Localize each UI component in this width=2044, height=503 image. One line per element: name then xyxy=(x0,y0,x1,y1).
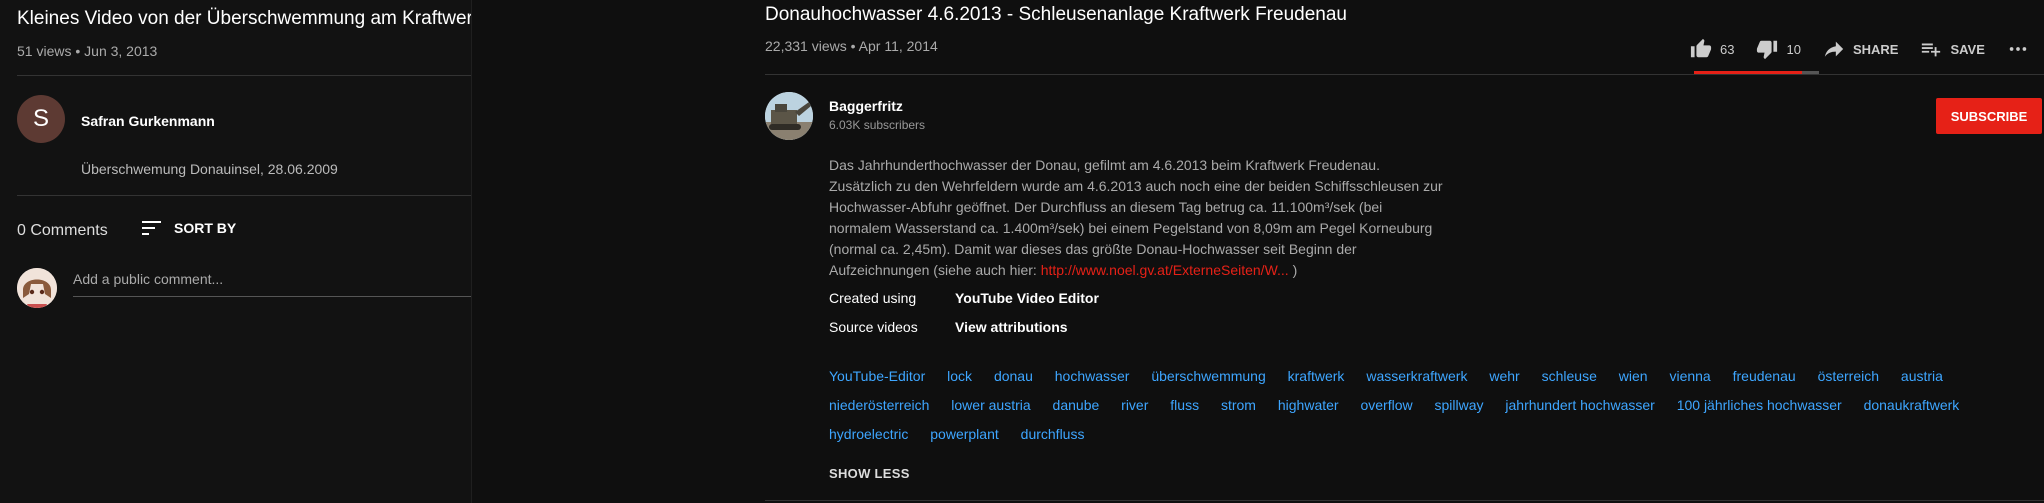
save-button[interactable]: SAVE xyxy=(1920,38,1985,60)
description-line: Hochwasser-Abfuhr geöffnet. Der Durchflu… xyxy=(829,199,1383,215)
tag-link[interactable]: niederösterreich xyxy=(829,397,929,413)
tag-link[interactable]: freudenau xyxy=(1733,368,1796,384)
left-channel-name[interactable]: Safran Gurkenmann xyxy=(81,113,215,129)
created-using-value[interactable]: YouTube Video Editor xyxy=(955,290,1099,306)
sort-icon xyxy=(142,221,161,235)
channel-avatar[interactable] xyxy=(765,92,813,140)
left-view-count: 51 views xyxy=(17,43,72,59)
tag-link[interactable]: lower austria xyxy=(951,397,1030,413)
channel-name[interactable]: Baggerfritz xyxy=(829,98,903,114)
sort-by-button[interactable]: SORT BY xyxy=(142,220,236,236)
user-avatar xyxy=(17,268,57,308)
video-description: Das Jahrhunderthochwasser der Donau, gef… xyxy=(829,155,1469,281)
divider xyxy=(17,195,472,196)
video-actions: 63 10 SHARE SAVE xyxy=(1690,36,2044,62)
tag-link[interactable]: river xyxy=(1121,397,1148,413)
playlist-add-icon xyxy=(1922,43,1941,57)
tag-link[interactable]: hochwasser xyxy=(1055,368,1130,384)
subscriber-count: 6.03K subscribers xyxy=(829,118,926,132)
tag-link[interactable]: schleuse xyxy=(1542,368,1597,384)
tag-link[interactable]: hydroelectric xyxy=(829,426,908,442)
share-icon xyxy=(1824,41,1844,57)
video-title: Donauhochwasser 4.6.2013 - Schleusenanla… xyxy=(765,4,1347,25)
description-line: Das Jahrhunderthochwasser der Donau, gef… xyxy=(829,157,1380,173)
tag-link[interactable]: danube xyxy=(1053,397,1100,413)
tag-link[interactable]: lock xyxy=(947,368,972,384)
view-count: 22,331 views xyxy=(765,38,847,54)
source-videos-row: Source videos View attributions xyxy=(829,319,1068,335)
tag-link[interactable]: austria xyxy=(1901,368,1943,384)
tag-list: YouTube-Editor lock donau hochwasser übe… xyxy=(829,362,2044,449)
more-actions-button[interactable] xyxy=(2007,38,2029,60)
left-video-title: Kleines Video von der Überschwemmung am … xyxy=(17,8,472,29)
tag-link[interactable]: überschwemmung xyxy=(1151,368,1265,384)
add-comment-input[interactable]: Add a public comment... xyxy=(73,271,472,297)
tag-link[interactable]: donau xyxy=(994,368,1033,384)
left-video-meta: 51 views • Jun 3, 2013 xyxy=(17,43,158,59)
description-line: (normal ca. 2,45m). Damit war dieses das… xyxy=(829,241,1357,257)
like-count: 63 xyxy=(1720,41,1735,57)
tag-link[interactable]: spillway xyxy=(1434,397,1483,413)
tag-link[interactable]: durchfluss xyxy=(1021,426,1085,442)
sort-by-label: SORT BY xyxy=(174,220,237,236)
comments-count: 0 Comments xyxy=(17,222,108,239)
more-horizontal-icon xyxy=(2009,47,2027,51)
description-link[interactable]: http://www.noel.gv.at/ExterneSeiten/W... xyxy=(1041,262,1289,278)
dislike-button[interactable]: 10 xyxy=(1756,38,1801,60)
tag-link[interactable]: fluss xyxy=(1170,397,1199,413)
left-upload-date: Jun 3, 2013 xyxy=(84,43,158,59)
save-label: SAVE xyxy=(1950,41,1985,57)
tag-link[interactable]: powerplant xyxy=(930,426,999,442)
upload-date: Apr 11, 2014 xyxy=(858,38,938,54)
tag-link[interactable]: wien xyxy=(1619,368,1648,384)
thumbs-up-icon xyxy=(1690,38,1712,58)
left-panel: Kleines Video von der Überschwemmung am … xyxy=(0,0,472,503)
video-meta: 22,331 views • Apr 11, 2014 xyxy=(765,38,938,54)
share-button[interactable]: SHARE xyxy=(1823,38,1899,60)
tag-link[interactable]: YouTube-Editor xyxy=(829,368,925,384)
tag-link[interactable]: jahrhundert hochwasser xyxy=(1505,397,1654,413)
tag-link[interactable]: strom xyxy=(1221,397,1256,413)
panel-divider xyxy=(471,0,472,503)
tag-link[interactable]: wasserkraftwerk xyxy=(1366,368,1467,384)
share-label: SHARE xyxy=(1852,41,1899,57)
tag-link[interactable]: österreich xyxy=(1818,368,1879,384)
tag-link[interactable]: highwater xyxy=(1278,397,1339,413)
tag-link[interactable]: overflow xyxy=(1360,397,1412,413)
created-using-label: Created using xyxy=(829,290,917,306)
divider xyxy=(17,75,472,76)
left-video-description: Überschwemung Donauinsel, 28.06.2009 xyxy=(81,161,338,177)
divider xyxy=(765,74,2044,75)
left-channel-avatar[interactable]: S xyxy=(17,95,65,143)
thumbs-down-icon xyxy=(1757,40,1778,60)
tag-link[interactable]: kraftwerk xyxy=(1288,368,1345,384)
tag-link[interactable]: wehr xyxy=(1489,368,1519,384)
divider xyxy=(765,500,2044,501)
dislike-count: 10 xyxy=(1786,41,1801,57)
view-attributions-link[interactable]: View attributions xyxy=(955,319,1068,335)
subscribe-button[interactable]: SUBSCRIBE xyxy=(1936,98,2042,134)
description-line: normalem Wasserstand ca. 1.400m³/sek) be… xyxy=(829,220,1433,236)
tag-link[interactable]: vienna xyxy=(1669,368,1710,384)
tag-link[interactable]: donaukraftwerk xyxy=(1864,397,1960,413)
created-using-row: Created using YouTube Video Editor xyxy=(829,290,1099,306)
show-less-button[interactable]: SHOW LESS xyxy=(829,466,910,481)
description-line: Zusätzlich zu den Wehrfeldern wurde am 4… xyxy=(829,178,1443,194)
like-button[interactable]: 63 xyxy=(1690,38,1734,60)
tag-link[interactable]: 100 jährliches hochwasser xyxy=(1677,397,1842,413)
source-videos-label: Source videos xyxy=(829,319,918,335)
description-line: Aufzeichnungen (siehe auch hier: http://… xyxy=(829,262,1298,278)
